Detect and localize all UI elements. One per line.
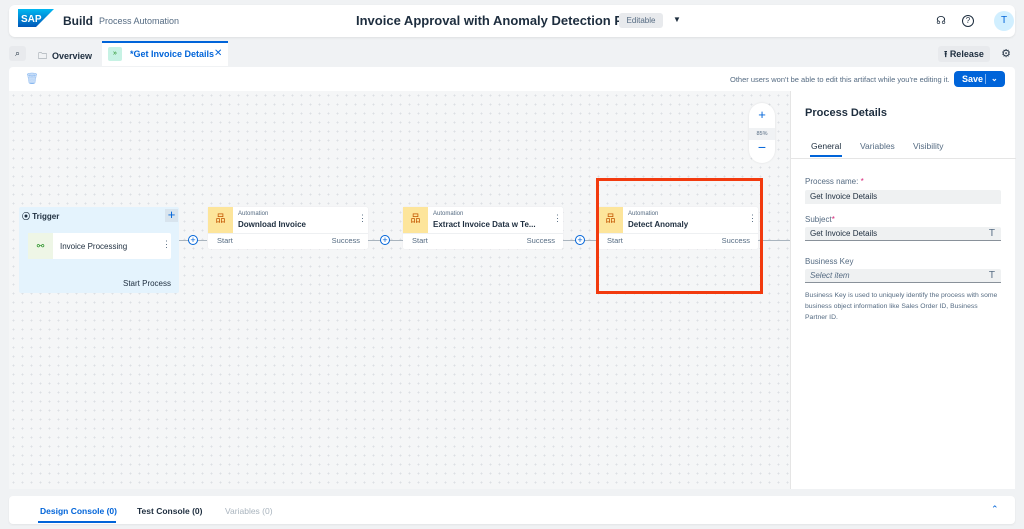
target-icon: ⦿ (22, 212, 33, 221)
add-trigger-button[interactable]: + (165, 208, 178, 222)
business-key-help: Business Key is used to uniquely identif… (805, 292, 998, 321)
chevron-down-icon[interactable]: ⌄ (991, 71, 998, 87)
chevron-up-icon[interactable]: ⌃ (991, 504, 999, 515)
field-value: Get Invoice Details (810, 192, 878, 201)
tab-general[interactable]: General (811, 141, 841, 151)
field-value: Get Invoice Details (810, 229, 878, 238)
tab-variables[interactable]: Variables (860, 141, 895, 151)
trigger-header: ⦿ Trigger (22, 211, 59, 222)
status-badge: Editable (619, 13, 663, 28)
automation-node-download-invoice[interactable]: 品 Automation Download Invoice ⋮ Start Su… (208, 207, 368, 249)
business-key-field[interactable]: Select item T (805, 269, 1001, 283)
add-step-button[interactable]: + (575, 235, 585, 245)
trigger-title: Trigger (32, 212, 60, 221)
automation-icon: 品 (208, 207, 233, 233)
process-canvas[interactable]: + 85% − ⦿ Trigger + ⚯ Invoice Processing… (9, 91, 790, 489)
process-icon: » (108, 47, 122, 61)
tab-variables-console[interactable]: Variables (0) (225, 506, 273, 516)
tab-bar: ⌕ 🗀 Overview » *Get Invoice Details ✕ ⭱ R… (0, 40, 1024, 66)
more-icon[interactable]: ⋮ (358, 213, 367, 224)
zoom-in-button[interactable]: + (749, 107, 775, 122)
tab-label: *Get Invoice Details (130, 49, 215, 59)
node-kind: Automation (238, 211, 269, 217)
tab-overview[interactable]: 🗀 Overview (38, 49, 92, 65)
tab-design-console[interactable]: Design Console (0) (40, 506, 117, 516)
brand-name: Build (63, 14, 93, 28)
node-success: Success (526, 236, 555, 245)
trigger-block[interactable]: ⦿ Trigger + ⚯ Invoice Processing ⋮ Start… (19, 207, 179, 293)
business-key-label: Business Key (805, 257, 854, 266)
required-marker: * (831, 215, 835, 224)
node-kind: Automation (433, 211, 464, 217)
trigger-item[interactable]: ⚯ Invoice Processing ⋮ (28, 233, 171, 259)
page-title: Invoice Approval with Anomaly Detection … (356, 13, 633, 28)
subject-label: Subject* (805, 215, 835, 224)
divider (985, 74, 986, 84)
field-placeholder: Select item (810, 271, 850, 280)
search-artifacts-icon[interactable]: ⌕ (9, 46, 26, 61)
node-success: Success (331, 236, 360, 245)
required-marker: * (860, 177, 864, 186)
divider (208, 233, 368, 234)
joule-assistant-icon[interactable]: ☊ (934, 14, 948, 28)
help-icon[interactable]: ? (962, 15, 974, 27)
app-shell: SAP Build Process Automation Invoice App… (0, 0, 1024, 529)
folder-icon: 🗀 (38, 51, 48, 61)
node-start: Start (412, 236, 428, 245)
add-step-button[interactable]: + (188, 235, 198, 245)
add-step-button[interactable]: + (380, 235, 390, 245)
release-button[interactable]: ⭱ Release (938, 46, 990, 62)
divider (403, 233, 563, 234)
subject-field[interactable]: Get Invoice Details T (805, 227, 1001, 241)
zoom-control: + 85% − (749, 103, 775, 163)
sap-logo[interactable]: SAP (18, 9, 54, 27)
tab-visibility[interactable]: Visibility (913, 141, 944, 151)
automation-node-extract-invoice-data[interactable]: 品 Automation Extract Invoice Data w Te..… (403, 207, 563, 249)
gear-icon[interactable]: ⚙ (998, 46, 1014, 62)
close-icon[interactable]: ✕ (214, 48, 222, 59)
edit-lock-notice: Other users won't be able to edit this a… (730, 75, 950, 84)
label-text: Subject (805, 215, 832, 224)
console-bar: Design Console (0) Test Console (0) Vari… (9, 496, 1015, 524)
process-name-label: Process name: * (805, 177, 864, 186)
tab-get-invoice-details[interactable]: » *Get Invoice Details ✕ (102, 41, 228, 66)
highlight-box (596, 178, 763, 294)
svg-text:SAP: SAP (21, 14, 42, 25)
shell-header: SAP Build Process Automation Invoice App… (9, 5, 1015, 37)
save-label: Save (962, 74, 984, 84)
tab-overview-label: Overview (52, 51, 93, 61)
trash-icon[interactable]: 🗑 (25, 72, 39, 85)
release-label: Release (949, 49, 984, 59)
title-dropdown-icon[interactable]: ▼ (673, 15, 681, 24)
trigger-item-label: Invoice Processing (60, 242, 128, 251)
more-icon[interactable]: ⋮ (553, 213, 562, 224)
text-type-icon[interactable]: T (989, 269, 995, 283)
label-text: Process name: (805, 177, 859, 186)
product-name: Process Automation (99, 16, 180, 26)
zoom-out-button[interactable]: − (749, 139, 775, 155)
api-trigger-icon: ⚯ (28, 233, 53, 259)
process-details-panel: Process Details General Variables Visibi… (790, 91, 1016, 489)
automation-icon: 品 (403, 207, 428, 233)
active-tab-indicator (38, 521, 116, 523)
more-icon[interactable]: ⋮ (162, 239, 171, 250)
node-name: Extract Invoice Data w Te... (433, 220, 536, 229)
node-name: Download Invoice (238, 220, 307, 229)
active-tab-indicator (810, 155, 842, 157)
avatar[interactable]: T (994, 11, 1014, 31)
trigger-footer: Start Process (122, 279, 171, 288)
panel-title: Process Details (805, 107, 887, 119)
node-start: Start (217, 236, 233, 245)
tab-test-console[interactable]: Test Console (0) (137, 506, 203, 516)
editor-toolbar: 🗑 Other users won't be able to edit this… (9, 67, 1015, 91)
text-type-icon[interactable]: T (989, 227, 995, 241)
process-name-field[interactable]: Get Invoice Details (805, 190, 1001, 204)
save-button[interactable]: Save ⌄ (954, 71, 1005, 87)
divider (791, 158, 1016, 159)
